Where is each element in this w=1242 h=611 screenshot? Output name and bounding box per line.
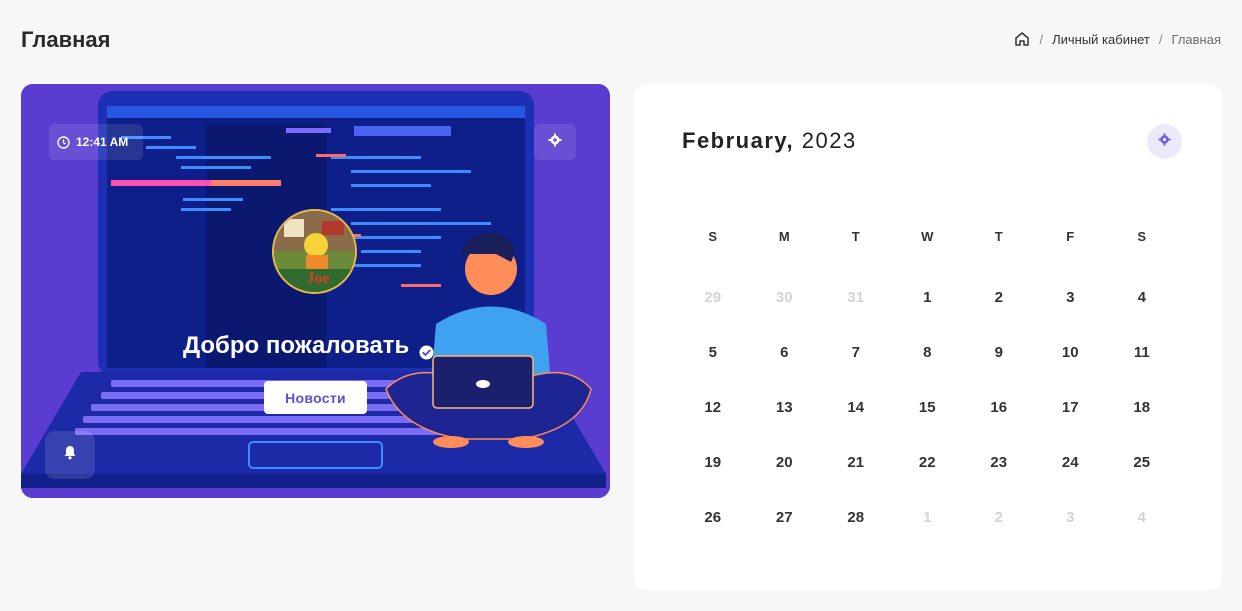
calendar-day[interactable]: 10 — [1035, 329, 1107, 384]
svg-text:Joe: Joe — [306, 270, 329, 287]
calendar-day[interactable]: 21 — [820, 439, 892, 494]
breadcrumb-separator: / — [1039, 31, 1044, 47]
breadcrumb-item-cabinet[interactable]: Личный кабинет — [1052, 32, 1150, 47]
calendar-day[interactable]: 19 — [677, 439, 749, 494]
calendar-weekday: S — [1137, 229, 1147, 244]
page-title: Главная — [21, 27, 111, 52]
calendar-month-title: February, 2023 — [682, 128, 857, 154]
home-icon[interactable] — [1014, 31, 1030, 47]
calendar-day[interactable]: 12 — [677, 384, 749, 439]
calendar-settings-button[interactable] — [1147, 124, 1182, 159]
calendar-weekday: T — [994, 229, 1003, 244]
breadcrumb-item-current: Главная — [1171, 31, 1221, 47]
calendar-weekday: M — [778, 229, 790, 244]
calendar-day[interactable]: 22 — [892, 439, 964, 494]
calendar-day[interactable]: 2 — [963, 494, 1035, 549]
hero-settings-button[interactable] — [534, 124, 576, 160]
time-label: 12:41 AM — [76, 135, 129, 149]
gear-icon — [1158, 132, 1171, 151]
calendar-day[interactable]: 3 — [1035, 274, 1107, 329]
calendar-weekday: W — [921, 229, 934, 244]
calendar-day[interactable]: 9 — [963, 329, 1035, 384]
calendar-day[interactable]: 17 — [1035, 384, 1107, 439]
calendar-day[interactable]: 23 — [963, 439, 1035, 494]
breadcrumb: / Личный кабинет / Главная — [1014, 31, 1221, 47]
calendar-day[interactable]: 28 — [820, 494, 892, 549]
calendar-day[interactable]: 16 — [963, 384, 1035, 439]
calendar-day[interactable]: 15 — [892, 384, 964, 439]
welcome-card: 12:41 AM Joe Добро пожаловать Новости — [21, 84, 610, 498]
welcome-text: Добро пожаловать — [183, 332, 410, 359]
calendar-day[interactable]: 25 — [1106, 439, 1178, 494]
bell-icon — [63, 445, 77, 465]
avatar: Joe — [272, 209, 357, 294]
verified-icon — [419, 339, 434, 359]
calendar-day[interactable]: 6 — [749, 329, 821, 384]
calendar-day[interactable]: 8 — [892, 329, 964, 384]
calendar-weekdays: SMTWTFS — [677, 229, 1177, 253]
calendar-year: 2023 — [801, 128, 857, 153]
calendar-days: 29 30 31 1 2 3 4 5 6 7 8 9 10 11 12 13 14 15 16 17 18 19 20 21 2… — [677, 274, 1177, 549]
calendar-day[interactable]: 26 — [677, 494, 749, 549]
calendar-day[interactable]: 31 — [820, 274, 892, 329]
calendar-weekday: T — [851, 229, 860, 244]
calendar-weekday: F — [1066, 229, 1075, 244]
calendar-day[interactable]: 20 — [749, 439, 821, 494]
calendar-day[interactable]: 27 — [749, 494, 821, 549]
calendar-day[interactable]: 3 — [1035, 494, 1107, 549]
notifications-button[interactable] — [45, 431, 95, 479]
calendar-day[interactable]: 1 — [892, 274, 964, 329]
welcome-heading: Добро пожаловать — [183, 332, 434, 360]
calendar-day[interactable]: 2 — [963, 274, 1035, 329]
clock-icon — [57, 135, 70, 149]
calendar-day[interactable]: 4 — [1106, 274, 1178, 329]
calendar-day[interactable]: 1 — [892, 494, 964, 549]
calendar-month: February, — [682, 128, 795, 153]
gear-icon — [548, 133, 562, 152]
breadcrumb-separator: / — [1158, 31, 1163, 47]
calendar-day[interactable]: 24 — [1035, 439, 1107, 494]
time-widget: 12:41 AM — [49, 124, 143, 160]
calendar-day[interactable]: 7 — [820, 329, 892, 384]
news-button[interactable]: Новости — [264, 381, 367, 414]
calendar-day[interactable]: 4 — [1106, 494, 1178, 549]
calendar-day[interactable]: 30 — [749, 274, 821, 329]
calendar-weekday: S — [708, 229, 718, 244]
calendar-day[interactable]: 29 — [677, 274, 749, 329]
calendar-day[interactable]: 13 — [749, 384, 821, 439]
calendar-day[interactable]: 5 — [677, 329, 749, 384]
calendar-card: February, 2023 SMTWTFS 29 30 31 1 2 3 4 5 6 7 8 9 10… — [634, 84, 1222, 590]
calendar-day[interactable]: 14 — [820, 384, 892, 439]
calendar-day[interactable]: 18 — [1106, 384, 1178, 439]
calendar-day[interactable]: 11 — [1106, 329, 1178, 384]
